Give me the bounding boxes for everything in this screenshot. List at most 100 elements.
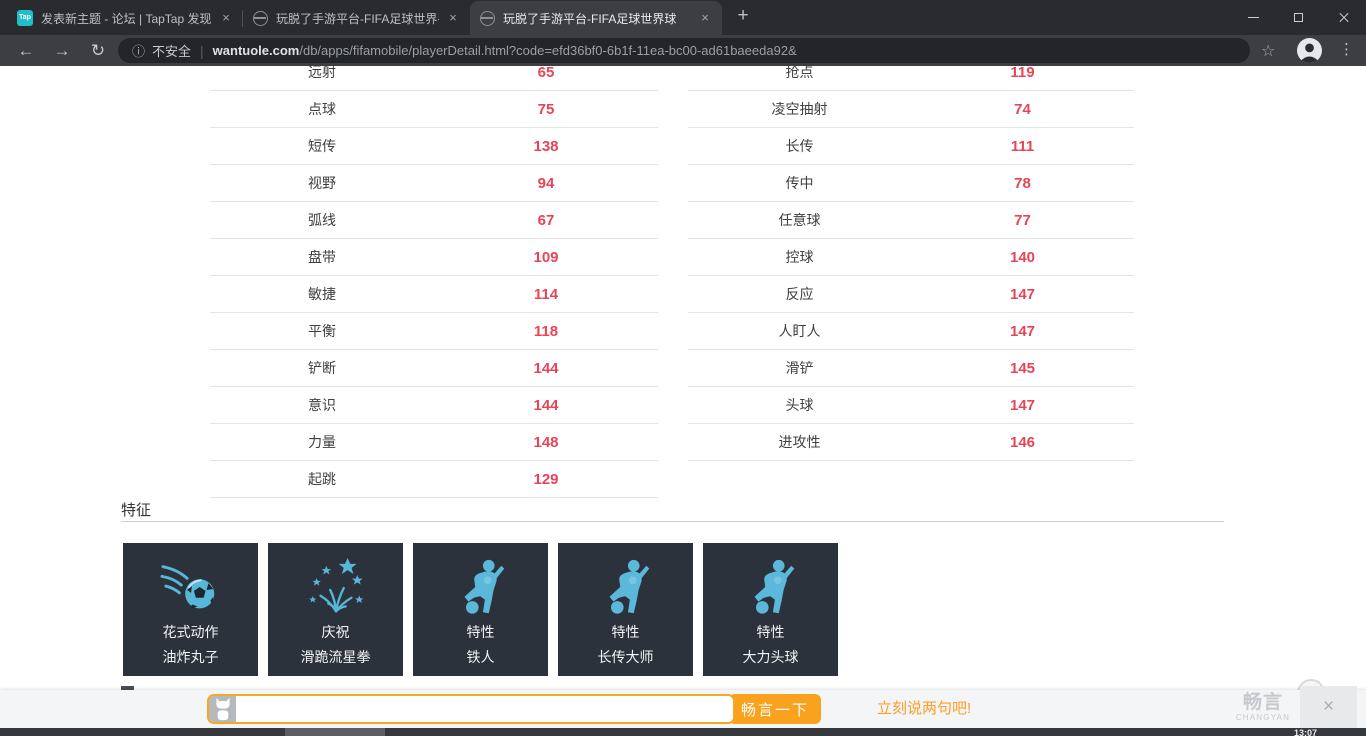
comment-prompt[interactable]: 立刻说两句吧! xyxy=(877,690,971,728)
page-content: 远射 65 点球 75 短传 138 视野 94 弧线 67 盘带 109 敏捷… xyxy=(121,66,1224,676)
toolbar: ← → ↻ ⓘ 不安全 | wantuole.com/db/apps/fifam… xyxy=(0,35,1366,66)
stat-label: 进攻性 xyxy=(778,434,821,450)
stat-label: 铲断 xyxy=(308,360,336,376)
stat-row: 平衡 118 xyxy=(210,313,658,350)
comment-input-box xyxy=(207,694,735,724)
stat-value: 77 xyxy=(1014,211,1031,229)
profile-avatar[interactable] xyxy=(1297,38,1322,63)
stat-label: 长传 xyxy=(785,138,814,154)
feature-cards: 花式动作 油炸丸子 庆祝 滑跪流星拳 特性 铁人 特性 长传大师 特性 大力头球 xyxy=(123,543,1224,676)
feature-card-category: 特性 xyxy=(756,624,785,640)
stat-label: 人盯人 xyxy=(778,323,821,339)
feature-card-icon xyxy=(305,556,367,620)
features-heading: 特征 xyxy=(121,503,1224,522)
stat-label: 头球 xyxy=(785,397,814,413)
stat-label: 抢点 xyxy=(785,66,814,80)
stat-label: 远射 xyxy=(308,66,336,80)
stat-value: 78 xyxy=(1014,174,1031,192)
stat-value: 147 xyxy=(1009,285,1036,303)
feature-card: 特性 长传大师 xyxy=(558,543,693,676)
browser-tab[interactable]: 玩脱了手游平台-FIFA足球世界球 × xyxy=(470,1,722,35)
browser-tab[interactable]: Tap 发表新主题 - 论坛 | TapTap 发现 × xyxy=(8,1,243,35)
security-label: 不安全 xyxy=(152,44,192,59)
scrollbar-thumb[interactable] xyxy=(285,728,385,736)
stat-value: 148 xyxy=(533,433,559,451)
cat-avatar-icon xyxy=(215,697,230,720)
browser-tab[interactable]: 玩脱了手游平台-FIFA足球世界手 × xyxy=(243,1,470,35)
feature-card-category: 特性 xyxy=(466,624,495,640)
footballer-icon xyxy=(609,559,649,614)
stat-label: 意识 xyxy=(308,397,336,413)
nav-buttons: ← → ↻ xyxy=(8,35,116,66)
comment-avatar xyxy=(209,696,236,722)
feature-card-name: 大力头球 xyxy=(742,649,799,665)
comment-input[interactable] xyxy=(236,696,733,722)
stat-value: 144 xyxy=(533,396,559,414)
comment-submit-button[interactable]: 畅言一下 xyxy=(729,694,821,724)
feature-card-category: 特性 xyxy=(611,624,640,640)
stat-label: 凌空抽射 xyxy=(771,101,828,117)
maximize-button[interactable] xyxy=(1276,0,1321,35)
window-controls xyxy=(1231,0,1366,35)
feature-card: 庆祝 滑跪流星拳 xyxy=(268,543,403,676)
player-stats: 远射 65 点球 75 短传 138 视野 94 弧线 67 盘带 109 敏捷… xyxy=(121,66,1224,498)
stat-row: 点球 75 xyxy=(210,91,658,128)
stat-row: 短传 138 xyxy=(210,128,658,165)
browser-menu-icon[interactable]: ⋮ xyxy=(1339,40,1354,58)
feature-card: 花式动作 油炸丸子 xyxy=(123,543,258,676)
stat-value: 65 xyxy=(537,66,555,81)
tab-close-icon[interactable]: × xyxy=(697,10,713,26)
stat-row: 任意球 77 xyxy=(688,202,1134,239)
forward-button[interactable]: → xyxy=(44,41,80,61)
feature-card-name: 油炸丸子 xyxy=(162,649,219,665)
feature-card-category: 花式动作 xyxy=(162,624,219,640)
fireworks-icon xyxy=(308,557,363,613)
stat-label: 力量 xyxy=(308,434,336,450)
reload-button[interactable]: ↻ xyxy=(80,41,116,61)
tab-close-icon[interactable]: × xyxy=(218,10,234,26)
stat-row: 视野 94 xyxy=(210,165,658,202)
address-bar[interactable]: ⓘ 不安全 | wantuole.com/db/apps/fifamobile/… xyxy=(118,38,1250,63)
tab-title: 发表新主题 - 论坛 | TapTap 发现 xyxy=(41,11,212,26)
stat-label: 反应 xyxy=(785,286,814,302)
stat-value: 114 xyxy=(533,285,559,303)
info-icon[interactable]: ⓘ xyxy=(132,41,145,60)
comment-close-button[interactable]: × xyxy=(1300,686,1357,728)
web-page: 远射 65 点球 75 短传 138 视野 94 弧线 67 盘带 109 敏捷… xyxy=(0,66,1366,736)
stat-value: 119 xyxy=(1010,66,1035,81)
stat-label: 传中 xyxy=(785,175,814,191)
stat-row: 起跳 129 xyxy=(210,461,658,498)
stat-row: 长传 111 xyxy=(688,128,1134,165)
stat-row: 进攻性 146 xyxy=(688,424,1134,461)
stat-label: 短传 xyxy=(308,138,336,154)
stat-row: 弧线 67 xyxy=(210,202,658,239)
changyan-logo-cn: 畅言 xyxy=(1242,692,1283,713)
flying-soccer-ball-icon xyxy=(159,565,214,609)
address-separator: | xyxy=(200,42,204,59)
changyan-logo-en: CHANGYAN xyxy=(1235,713,1291,722)
tab-close-icon[interactable]: × xyxy=(445,10,461,26)
stat-value: 146 xyxy=(1009,433,1036,451)
stat-row: 反应 147 xyxy=(688,276,1134,313)
stat-label: 敏捷 xyxy=(308,286,336,302)
stat-row: 人盯人 147 xyxy=(688,313,1134,350)
stat-value: 109 xyxy=(533,248,559,266)
feature-card-name: 长传大师 xyxy=(597,649,654,665)
stat-row: 敏捷 114 xyxy=(210,276,658,313)
stat-label: 盘带 xyxy=(308,249,336,265)
feature-card-icon xyxy=(740,556,802,620)
minimize-button[interactable] xyxy=(1231,0,1276,35)
close-window-button[interactable] xyxy=(1321,0,1366,35)
stat-label: 平衡 xyxy=(308,323,336,339)
new-tab-button[interactable]: + xyxy=(730,4,756,30)
bookmark-star-icon[interactable]: ☆ xyxy=(1261,41,1275,61)
back-button[interactable]: ← xyxy=(8,41,44,61)
stats-table-right: 抢点 119 凌空抽射 74 长传 111 传中 78 任意球 77 控球 14… xyxy=(688,66,1134,461)
stat-row: 铲断 144 xyxy=(210,350,658,387)
tab-title: 玩脱了手游平台-FIFA足球世界球 xyxy=(503,11,677,26)
feature-card: 特性 铁人 xyxy=(413,543,548,676)
stat-row: 头球 147 xyxy=(688,387,1134,424)
stat-value: 67 xyxy=(537,211,555,229)
feature-card-name: 铁人 xyxy=(466,649,495,665)
footballer-icon xyxy=(754,559,794,614)
